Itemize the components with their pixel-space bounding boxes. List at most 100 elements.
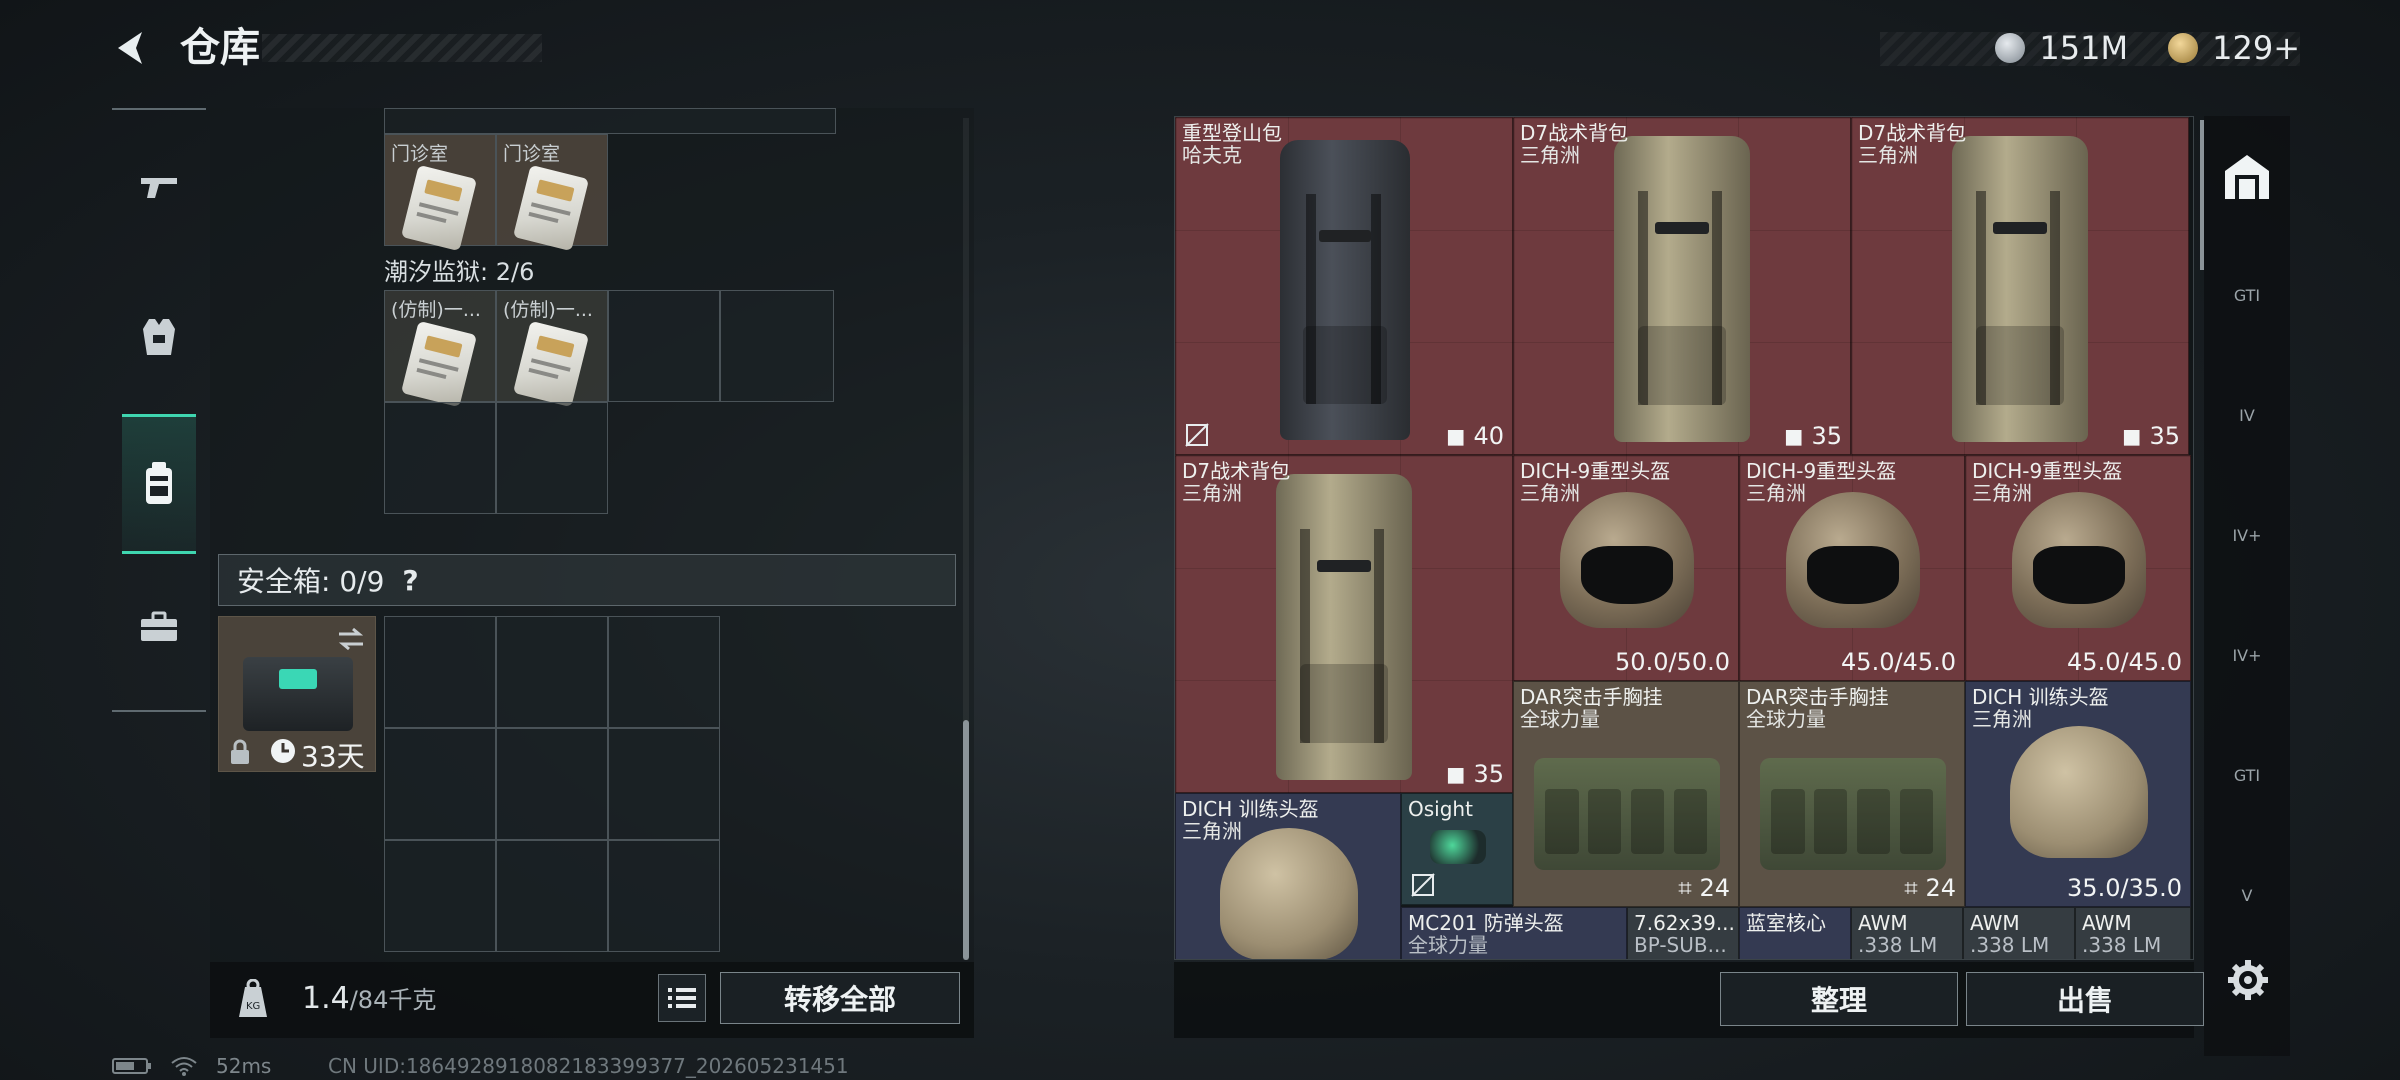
backpack-image — [1280, 140, 1410, 440]
stash-item[interactable]: MC201 防弹头盔 全球力量 — [1401, 907, 1627, 959]
item-name: 7.62x39... — [1634, 911, 1735, 935]
empty-slot[interactable] — [384, 840, 496, 952]
tab-stash-1[interactable]: GTI — [2218, 266, 2276, 324]
empty-slot[interactable] — [384, 728, 496, 840]
item-faction: 哈夫克 — [1182, 143, 1242, 167]
empty-slot[interactable] — [384, 402, 496, 514]
stash-item[interactable]: AWM .338 LM — [1963, 907, 2075, 959]
title-decoration — [262, 34, 542, 62]
tab-stash-3[interactable]: IV+ — [2218, 506, 2276, 564]
tab-stash-4[interactable]: IV+ — [2218, 626, 2276, 684]
empty-slot[interactable] — [496, 616, 608, 728]
stash-item[interactable]: DICH-9重型头盔 三角洲 50.0/50.0 — [1513, 455, 1739, 681]
item-name: AWM — [1970, 911, 2020, 935]
sell-button[interactable]: 出售 — [1966, 972, 2204, 1026]
keycard-icon — [400, 164, 478, 252]
item-caliber: .338 LM — [2082, 933, 2162, 957]
toolbox-icon — [141, 611, 177, 641]
stash-item[interactable]: DICH-9重型头盔 三角洲 45.0/45.0 — [1965, 455, 2191, 681]
empty-slot[interactable] — [496, 840, 608, 952]
item-slot[interactable]: 门诊室 — [384, 134, 496, 252]
category-nav — [112, 108, 206, 712]
item-name: DICH 训练头盔 — [1182, 797, 1319, 821]
stash-item[interactable]: DICH 训练头盔 三角洲 35.0/35.0 — [1965, 681, 2191, 907]
capacity-icon: ◼ — [1445, 422, 1466, 450]
item-name: AWM — [1858, 911, 1908, 935]
tab-all-stash[interactable] — [2218, 148, 2276, 206]
empty-slot[interactable] — [496, 728, 608, 840]
helmet-image — [1560, 492, 1694, 628]
stash-item[interactable]: DAR突击手胸挂 全球力量 ⌗ 24 — [1739, 681, 1965, 907]
safebox-header: 安全箱: 0/9 ? — [218, 554, 956, 606]
item-name: D7战术背包 — [1182, 459, 1291, 483]
stash-item[interactable]: D7战术背包 三角洲 ◼ 35 — [1513, 117, 1851, 455]
stash-item[interactable]: Osight — [1401, 793, 1513, 905]
helmet-image — [1786, 492, 1920, 628]
tab-label: V — [2241, 885, 2253, 905]
item-capacity: ◼ 35 — [1445, 760, 1504, 788]
item-name: D7战术背包 — [1858, 121, 1967, 145]
item-slot[interactable]: (仿制)一... — [384, 290, 496, 408]
tab-stash-2[interactable]: IV — [2218, 386, 2276, 444]
stash-item[interactable]: 蓝室核心 — [1739, 907, 1851, 959]
gold-currency-value[interactable]: 129+ — [2212, 29, 2300, 67]
inventory-scrollbar[interactable] — [963, 720, 969, 960]
empty-slot[interactable] — [608, 728, 720, 840]
empty-slot[interactable] — [384, 616, 496, 728]
capacity-icon: ◼ — [1445, 760, 1466, 788]
item-capacity: ◼ 35 — [1783, 422, 1842, 450]
nav-toolbox[interactable] — [122, 590, 196, 664]
nav-weapons[interactable] — [122, 150, 196, 224]
empty-slot[interactable] — [608, 840, 720, 952]
stash-item[interactable]: AWM .338 LM — [2075, 907, 2191, 959]
item-name: AWM — [2082, 911, 2132, 935]
item-caliber: .338 LM — [1858, 933, 1938, 957]
capacity-icon: ⌗ — [1678, 874, 1692, 902]
stash-item[interactable]: DAR突击手胸挂 全球力量 ⌗ 24 — [1513, 681, 1739, 907]
empty-slot[interactable] — [608, 616, 720, 728]
safebox-item[interactable]: 33天 — [218, 616, 376, 773]
weight-icon: KG — [224, 972, 282, 1026]
transfer-all-button[interactable]: 转移全部 — [720, 972, 960, 1024]
nav-armor[interactable] — [122, 300, 196, 374]
item-durability: 45.0/45.0 — [1841, 648, 1956, 676]
uid-text: CN UID:1864928918082183399377_2026052314… — [328, 1054, 849, 1078]
back-button[interactable] — [108, 24, 156, 72]
no-trade-icon — [1185, 423, 1209, 447]
item-name: 重型登山包 — [1182, 121, 1282, 145]
swap-icon[interactable] — [335, 625, 367, 653]
stash-item[interactable]: 7.62x39... BP-SUB... — [1627, 907, 1739, 959]
item-faction: 全球力量 — [1520, 707, 1600, 731]
item-slot[interactable]: (仿制)一... — [496, 290, 608, 408]
item-name: DICH-9重型头盔 — [1520, 459, 1671, 483]
safebox-days: 33天 — [301, 740, 365, 773]
item-faction: 三角洲 — [1520, 143, 1580, 167]
tab-label: GTI — [2233, 765, 2261, 785]
stash-item[interactable]: D7战术背包 三角洲 ◼ 35 — [1175, 455, 1513, 793]
item-slot[interactable]: 门诊室 — [496, 134, 608, 252]
item-faction: 三角洲 — [1182, 481, 1242, 505]
list-view-button[interactable] — [658, 974, 706, 1022]
stash-item[interactable]: AWM .338 LM — [1851, 907, 1963, 959]
stash-item[interactable]: DICH-9重型头盔 三角洲 45.0/45.0 — [1739, 455, 1965, 681]
help-icon[interactable]: ? — [402, 564, 418, 597]
item-name: DAR突击手胸挂 — [1520, 685, 1663, 709]
empty-slot[interactable] — [608, 290, 720, 402]
tab-stash-5[interactable]: GTI — [2218, 746, 2276, 804]
weight-max: /84千克 — [349, 986, 437, 1014]
nav-backpack[interactable] — [122, 414, 196, 554]
item-faction: 三角洲 — [1746, 481, 1806, 505]
sort-button[interactable]: 整理 — [1720, 972, 1958, 1026]
tab-stash-6[interactable]: V — [2218, 866, 2276, 924]
item-name: DICH-9重型头盔 — [1746, 459, 1897, 483]
stash-item[interactable]: D7战术背包 三角洲 ◼ 35 — [1851, 117, 2189, 455]
stash-item[interactable]: 重型登山包 哈夫克 ◼ 40 — [1175, 117, 1513, 455]
item-name: DICH-9重型头盔 — [1972, 459, 2123, 483]
empty-slot[interactable] — [720, 290, 834, 402]
empty-slot[interactable] — [496, 402, 608, 514]
item-faction: BP-SUB... — [1634, 933, 1727, 957]
stash-item[interactable]: DICH 训练头盔 三角洲 — [1175, 793, 1401, 959]
capacity-icon: ⌗ — [1904, 874, 1918, 902]
settings-button[interactable] — [2220, 952, 2276, 1008]
item-name: (仿制)一... — [391, 299, 481, 321]
